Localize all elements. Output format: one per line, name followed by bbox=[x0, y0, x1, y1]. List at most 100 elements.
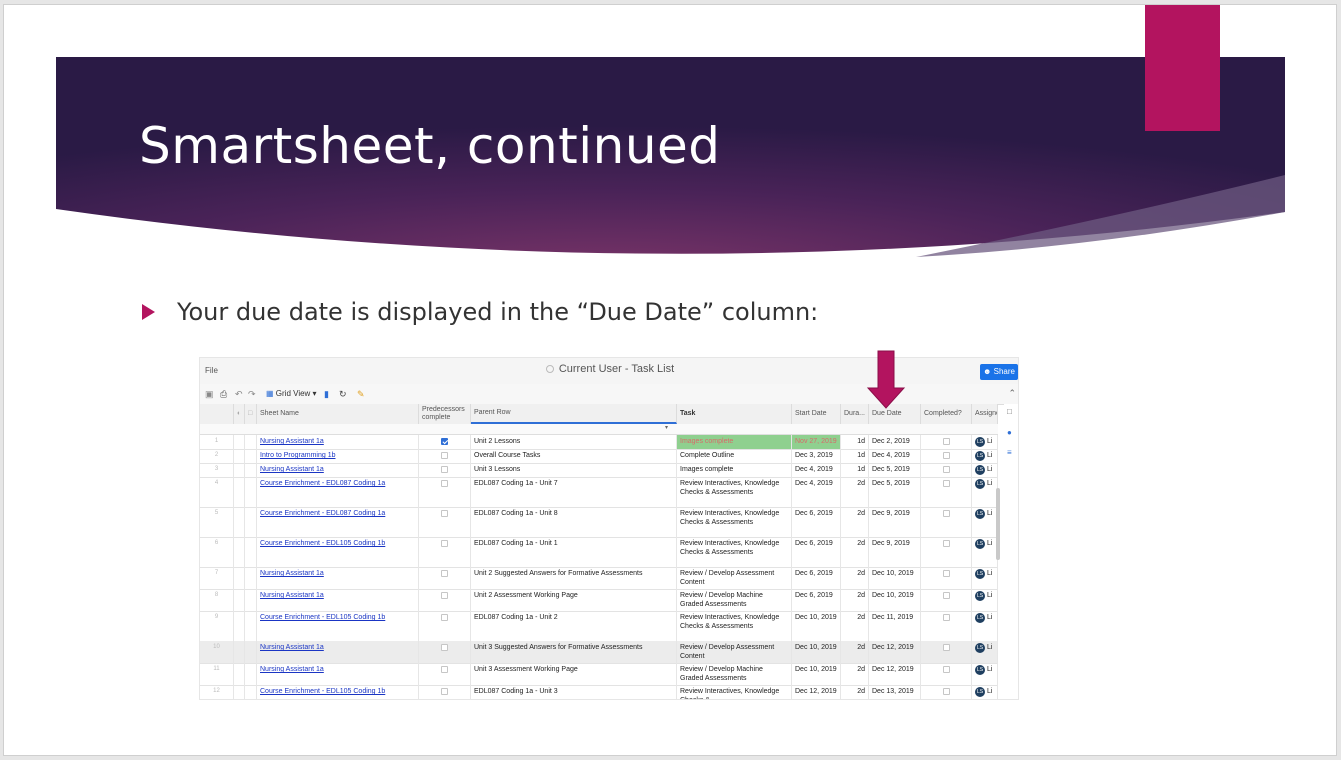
duration-cell[interactable]: 1d bbox=[841, 463, 869, 477]
row-number[interactable]: 8 bbox=[200, 589, 234, 611]
sheet-name-link-text[interactable]: Nursing Assistant 1a bbox=[260, 666, 324, 673]
completed-cell[interactable] bbox=[921, 463, 972, 477]
duration-cell[interactable]: 2d bbox=[841, 507, 869, 537]
duration-cell[interactable]: 2d bbox=[841, 567, 869, 589]
comment-cell[interactable] bbox=[245, 537, 257, 567]
task-cell[interactable]: Review Interactives, Knowledge Checks & … bbox=[677, 611, 792, 641]
start-date-cell[interactable]: Dec 4, 2019 bbox=[792, 477, 841, 507]
duration-cell[interactable]: 2d bbox=[841, 663, 869, 685]
sheet-name-link[interactable]: Course Enrichment - EDL105 Coding 1b bbox=[257, 537, 419, 567]
predecessors-checkbox[interactable] bbox=[441, 510, 448, 517]
sheet-name-link[interactable]: Nursing Assistant 1a bbox=[257, 463, 419, 477]
vertical-scrollbar[interactable] bbox=[996, 488, 1000, 560]
completed-checkbox[interactable] bbox=[942, 644, 950, 651]
predecessors-checkbox[interactable] bbox=[441, 438, 448, 445]
task-cell[interactable]: Review Interactives, Knowledge Checks & … bbox=[677, 477, 792, 507]
table-row[interactable]: 8 Nursing Assistant 1a Unit 2 Assessment W… bbox=[200, 589, 998, 612]
start-date-cell[interactable]: Dec 10, 2019 bbox=[792, 611, 841, 641]
refresh-icon[interactable]: ↻ bbox=[339, 389, 347, 399]
attachment-cell[interactable] bbox=[234, 685, 245, 699]
comment-cell[interactable] bbox=[245, 507, 257, 537]
duration-cell[interactable]: 2d bbox=[841, 641, 869, 663]
header-parent-row[interactable]: Parent Row bbox=[471, 404, 677, 424]
attachment-cell[interactable] bbox=[234, 507, 245, 537]
settings-icon[interactable]: ≡ bbox=[1007, 448, 1012, 457]
comment-cell[interactable] bbox=[245, 435, 257, 449]
task-cell[interactable]: Review / Develop Machine Graded Assessme… bbox=[677, 589, 792, 611]
attachment-cell[interactable] bbox=[234, 589, 245, 611]
completed-checkbox[interactable] bbox=[942, 688, 950, 695]
assigned-cell[interactable]: LS Li bbox=[972, 685, 998, 699]
assigned-cell[interactable]: LS Li bbox=[972, 611, 998, 641]
due-date-cell[interactable]: Dec 9, 2019 bbox=[869, 507, 921, 537]
sheet-name-link[interactable]: Course Enrichment - EDL105 Coding 1b bbox=[257, 611, 419, 641]
duration-cell[interactable]: 2d bbox=[841, 589, 869, 611]
completed-cell[interactable] bbox=[921, 685, 972, 699]
assigned-cell[interactable]: LS Li bbox=[972, 663, 998, 685]
duration-cell[interactable]: 2d bbox=[841, 685, 869, 699]
table-row[interactable]: 1 Nursing Assistant 1a Unit 2 Lessons Image… bbox=[200, 435, 998, 450]
predecessors-cell[interactable] bbox=[419, 449, 471, 463]
start-date-cell[interactable]: Dec 10, 2019 bbox=[792, 641, 841, 663]
predecessors-checkbox[interactable] bbox=[441, 644, 448, 651]
predecessors-checkbox[interactable] bbox=[441, 570, 448, 577]
collapse-chevron-icon[interactable]: ⌃ bbox=[1008, 388, 1016, 399]
attachment-cell[interactable] bbox=[234, 641, 245, 663]
completed-checkbox[interactable] bbox=[942, 540, 950, 547]
sheet-name-link-text[interactable]: Nursing Assistant 1a bbox=[260, 592, 324, 599]
parent-row-cell[interactable]: Unit 3 Assessment Working Page bbox=[471, 663, 677, 685]
start-date-cell[interactable]: Dec 6, 2019 bbox=[792, 589, 841, 611]
duration-cell[interactable]: 2d bbox=[841, 537, 869, 567]
start-date-cell[interactable]: Dec 6, 2019 bbox=[792, 507, 841, 537]
predecessors-cell[interactable] bbox=[419, 463, 471, 477]
duration-cell[interactable]: 1d bbox=[841, 449, 869, 463]
sheet-name-link[interactable]: Nursing Assistant 1a bbox=[257, 435, 419, 449]
predecessors-cell[interactable] bbox=[419, 589, 471, 611]
attachment-cell[interactable] bbox=[234, 463, 245, 477]
due-date-cell[interactable]: Dec 2, 2019 bbox=[869, 435, 921, 449]
assigned-cell[interactable]: LS Li bbox=[972, 435, 998, 449]
table-row[interactable]: 7 Nursing Assistant 1a Unit 2 Suggested An… bbox=[200, 567, 998, 590]
task-cell[interactable]: Review Interactives, Knowledge Checks & … bbox=[677, 507, 792, 537]
row-number[interactable]: 12 bbox=[200, 685, 234, 699]
row-number[interactable]: 1 bbox=[200, 435, 234, 449]
attachment-cell[interactable] bbox=[234, 611, 245, 641]
completed-checkbox[interactable] bbox=[942, 452, 950, 459]
table-row[interactable]: 11 Nursing Assistant 1a Unit 3 Assessment … bbox=[200, 663, 998, 686]
comment-cell[interactable] bbox=[245, 449, 257, 463]
sheet-name-link-text[interactable]: Nursing Assistant 1a bbox=[260, 570, 324, 577]
predecessors-cell[interactable] bbox=[419, 435, 471, 449]
completed-cell[interactable] bbox=[921, 537, 972, 567]
task-cell[interactable]: Review / Develop Machine Graded Assessme… bbox=[677, 663, 792, 685]
sheet-icon[interactable]: ▮ bbox=[324, 389, 329, 399]
predecessors-checkbox[interactable] bbox=[441, 480, 448, 487]
completed-checkbox[interactable] bbox=[942, 592, 950, 599]
predecessors-cell[interactable] bbox=[419, 567, 471, 589]
comment-cell[interactable] bbox=[245, 567, 257, 589]
predecessors-cell[interactable] bbox=[419, 611, 471, 641]
table-row[interactable]: 2 Intro to Programming 1b Overall Course T… bbox=[200, 449, 998, 464]
completed-cell[interactable] bbox=[921, 435, 972, 449]
task-cell[interactable]: Review / Develop Assessment Content bbox=[677, 567, 792, 589]
highlight-icon[interactable]: ✎ bbox=[357, 389, 365, 399]
attachment-cell[interactable] bbox=[234, 477, 245, 507]
comment-icon[interactable]: □ bbox=[1007, 407, 1012, 416]
completed-checkbox[interactable] bbox=[942, 510, 950, 517]
share-button[interactable]: ☻ Share bbox=[980, 364, 1018, 380]
parent-row-cell[interactable]: Unit 2 Lessons bbox=[471, 435, 677, 449]
duration-cell[interactable]: 2d bbox=[841, 477, 869, 507]
assigned-cell[interactable]: LS Li bbox=[972, 537, 998, 567]
undo-icon[interactable]: ↶ bbox=[235, 389, 243, 399]
task-cell[interactable]: Review Interactives, Knowledge Checks & bbox=[677, 685, 792, 699]
task-cell[interactable]: Images complete bbox=[677, 463, 792, 477]
completed-cell[interactable] bbox=[921, 507, 972, 537]
assigned-cell[interactable]: LS Li bbox=[972, 477, 998, 507]
predecessors-checkbox[interactable] bbox=[441, 688, 448, 695]
sheet-name-link[interactable]: Nursing Assistant 1a bbox=[257, 663, 419, 685]
assigned-cell[interactable]: LS Li bbox=[972, 507, 998, 537]
task-cell[interactable]: Complete Outline bbox=[677, 449, 792, 463]
row-number[interactable]: 6 bbox=[200, 537, 234, 567]
predecessors-checkbox[interactable] bbox=[441, 614, 448, 621]
header-start-date[interactable]: Start Date bbox=[792, 404, 841, 424]
start-date-cell[interactable]: Dec 6, 2019 bbox=[792, 537, 841, 567]
